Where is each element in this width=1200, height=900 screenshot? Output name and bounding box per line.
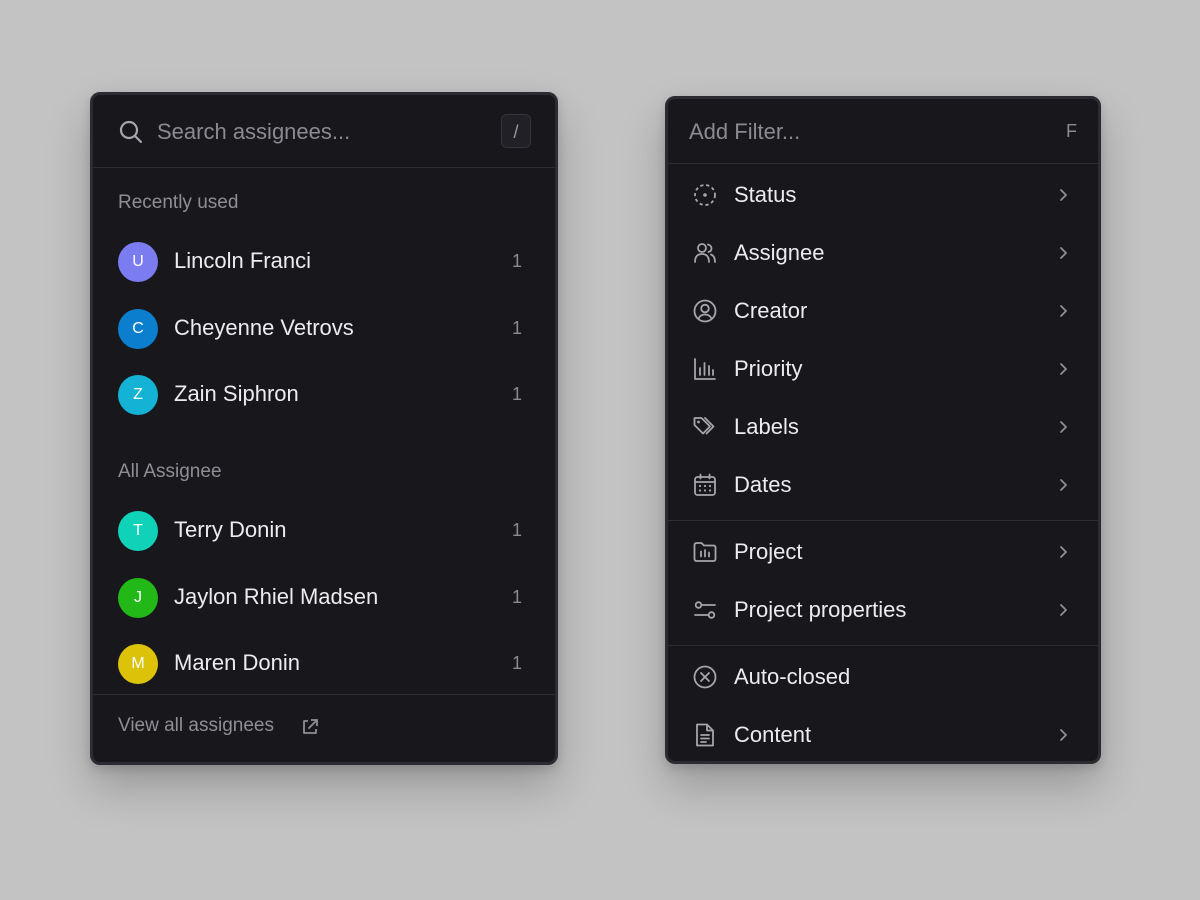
avatar: C [118,309,158,349]
avatar: T [118,511,158,551]
avatar: Z [118,375,158,415]
assignee-count: 1 [511,251,522,271]
assignee-count: 1 [511,384,522,404]
assignee-search-input[interactable] [157,113,487,151]
bar-chart-icon [694,358,716,380]
filter-item-assignee[interactable]: Assignee [668,224,1098,282]
filter-item-label: Priority [734,356,803,381]
avatar: J [118,578,158,618]
sliders-icon [694,601,716,619]
assignee-panel-footer: View all assignees [93,694,555,762]
tags-icon [693,417,715,435]
filter-item-label: Status [734,182,797,207]
filter-item-auto-closed[interactable]: Auto-closed [668,648,1098,706]
filter-item-priority[interactable]: Priority [668,340,1098,398]
filter-item-label: Labels [734,414,799,439]
search-icon [119,120,143,144]
filter-item-project[interactable]: Project [668,523,1098,581]
filter-shortcut-key: F [1066,121,1077,141]
assignee-name: Jaylon Rhiel Madsen [174,584,379,609]
assignee-count: 1 [511,587,522,607]
avatar: U [118,242,158,282]
assignee-row-jaylon-rhiel-madsen[interactable]: J Jaylon Rhiel Madsen 1 [93,570,555,626]
chevron-right-icon [1060,604,1067,616]
chevron-right-icon [1060,421,1067,433]
filter-item-label: Dates [734,472,792,497]
assignee-name: Zain Siphron [174,381,299,406]
document-icon [696,723,714,747]
assignee-search-bar: / [93,95,555,168]
search-shortcut-key: / [501,114,531,148]
assignee-name: Lincoln Franci [174,248,311,273]
assignee-name: Maren Donin [174,650,300,675]
assignee-row-zain-siphron[interactable]: Z Zain Siphron 1 [93,367,555,423]
filter-item-label: Creator [734,298,808,323]
calendar-icon [694,473,716,496]
all-assignee-heading: All Assignee [118,461,222,482]
x-circle-icon [693,665,717,689]
assignee-row-lincoln-franci[interactable]: U Lincoln Franci 1 [93,234,555,290]
status-icon [694,184,716,206]
add-filter-panel: F Status Assignee Creator [665,96,1101,764]
add-filter-input[interactable] [689,114,1019,150]
chevron-right-icon [1060,729,1067,741]
filter-item-label: Project [734,539,803,564]
assignee-name: Terry Donin [174,517,287,542]
recently-used-heading: Recently used [118,192,239,213]
filter-divider [668,645,1098,646]
users-icon [694,243,716,263]
filter-divider [668,520,1098,521]
chevron-right-icon [1060,305,1067,317]
chevron-right-icon [1060,546,1067,558]
filter-item-status[interactable]: Status [668,166,1098,224]
assignee-name: Cheyenne Vetrovs [174,315,354,340]
filter-search-bar: F [668,99,1098,164]
filter-item-project-properties[interactable]: Project properties [668,581,1098,639]
filter-item-label: Assignee [734,240,825,265]
filter-item-label: Auto-closed [734,664,851,689]
chevron-right-icon [1060,479,1067,491]
filter-item-labels[interactable]: Labels [668,398,1098,456]
chevron-right-icon [1060,189,1067,201]
view-all-assignees-link[interactable]: View all assignees [118,715,274,737]
folder-chart-icon [693,542,717,562]
chevron-right-icon [1060,247,1067,259]
assignee-row-maren-donin[interactable]: M Maren Donin 1 [93,636,555,692]
user-circle-icon [693,299,717,323]
chevron-right-icon [1060,363,1067,375]
filter-item-label: Content [734,722,812,747]
assignee-picker-panel: / Recently used U Lincoln Franci 1 C Che… [90,92,558,765]
filter-item-content[interactable]: Content [668,706,1098,761]
external-link-icon [303,719,318,734]
assignee-count: 1 [511,520,522,540]
assignee-row-cheyenne-vetrovs[interactable]: C Cheyenne Vetrovs 1 [93,301,555,357]
assignee-count: 1 [511,653,522,673]
assignee-count: 1 [511,318,522,338]
assignee-row-terry-donin[interactable]: T Terry Donin 1 [93,503,555,559]
filter-item-label: Project properties [734,597,907,622]
filter-item-dates[interactable]: Dates [668,456,1098,514]
filter-item-creator[interactable]: Creator [668,282,1098,340]
avatar: M [118,644,158,684]
